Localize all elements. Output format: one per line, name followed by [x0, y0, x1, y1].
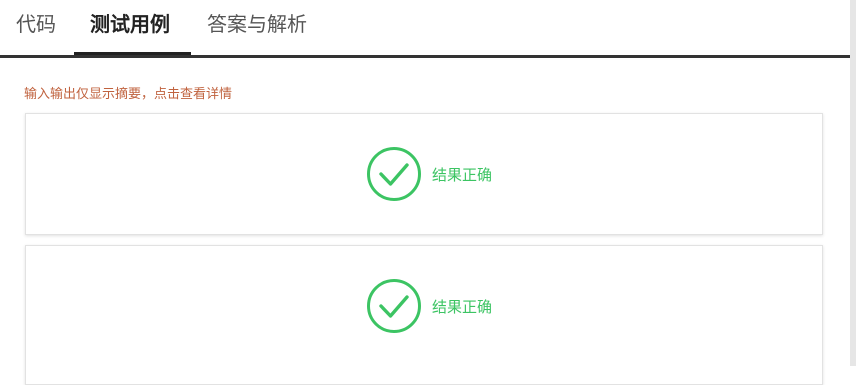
check-circle-icon: [367, 147, 421, 201]
test-result: 结果正确: [366, 146, 492, 202]
result-status: 结果正确: [432, 165, 493, 184]
tab-code[interactable]: 代码: [16, 10, 56, 38]
test-result: 结果正确: [366, 278, 492, 334]
tab-bar: 代码 测试用例 答案与解析: [0, 0, 850, 58]
scrollbar[interactable]: [850, 0, 856, 366]
tab-answer-analysis[interactable]: 答案与解析: [207, 10, 307, 38]
check-circle-icon: [367, 279, 421, 333]
result-status: 结果正确: [432, 297, 493, 316]
test-case-card[interactable]: 结果正确: [25, 245, 823, 385]
test-case-card[interactable]: 结果正确: [25, 113, 823, 235]
tab-test-cases[interactable]: 测试用例: [90, 10, 170, 38]
active-tab-indicator: [74, 52, 191, 55]
summary-notice: 输入输出仅显示摘要，点击查看详情: [24, 87, 233, 102]
